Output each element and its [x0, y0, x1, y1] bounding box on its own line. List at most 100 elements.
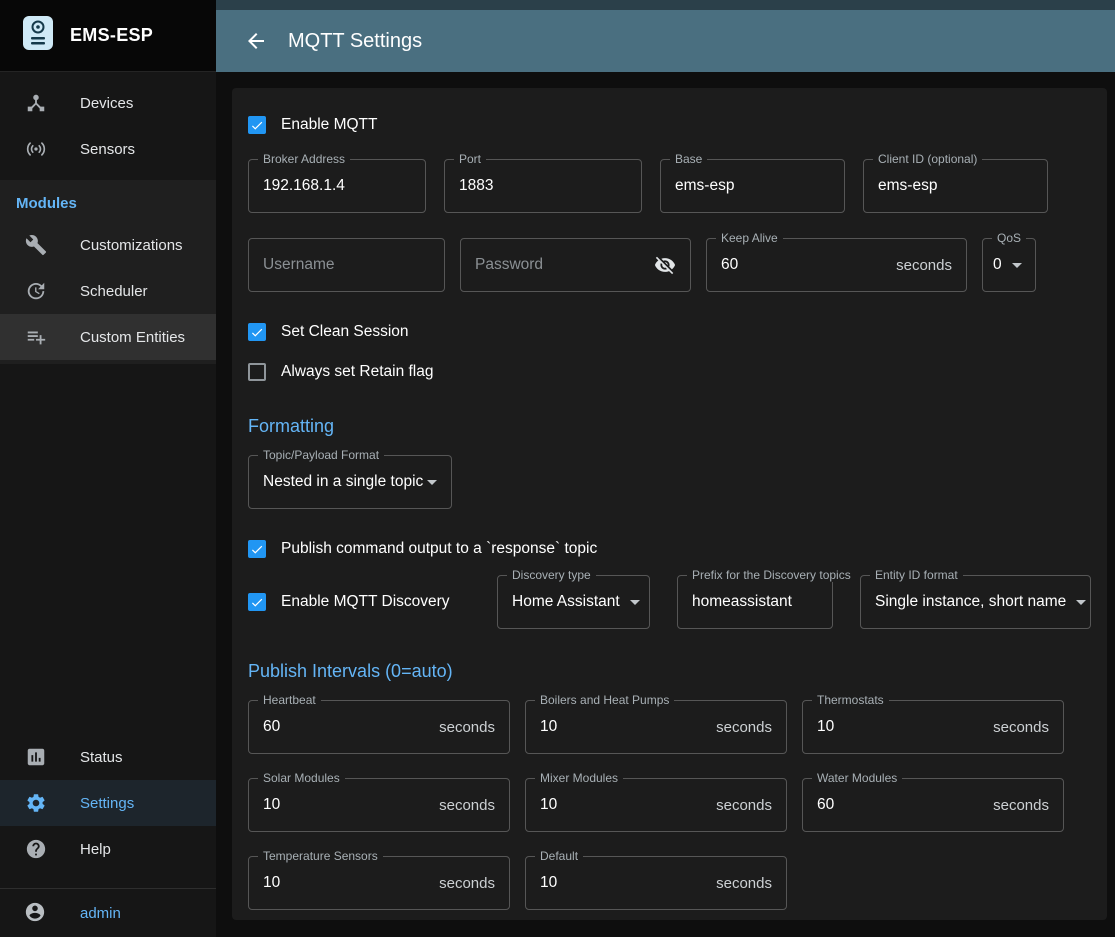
sidebar-item-help[interactable]: Help: [0, 826, 216, 872]
field-suffix: seconds: [716, 797, 772, 814]
sidebar-item-status[interactable]: Status: [0, 734, 216, 780]
select-value: Single instance, short name: [875, 593, 1066, 611]
field-label: Temperature Sensors: [258, 849, 383, 863]
user-name: admin: [80, 905, 121, 922]
publish-intervals-grid: Heartbeat 60 seconds Boilers and Heat Pu…: [248, 700, 1091, 910]
sidebar-top-nav: Devices Sensors: [0, 72, 216, 180]
temperature-sensors-interval-field[interactable]: Temperature Sensors 10 seconds: [248, 856, 510, 910]
formatting-heading: Formatting: [248, 414, 1091, 439]
checkbox-label: Enable MQTT Discovery: [281, 593, 450, 611]
page-title: MQTT Settings: [288, 30, 422, 53]
field-suffix: seconds: [993, 719, 1049, 736]
field-label: Client ID (optional): [873, 152, 982, 166]
field-value: 10: [540, 718, 557, 736]
check-icon: [250, 118, 264, 133]
username-field[interactable]: Username: [248, 238, 445, 292]
app-logo-row: EMS-ESP: [0, 0, 216, 72]
topic-payload-format-select[interactable]: Topic/Payload Format Nested in a single …: [248, 455, 452, 509]
field-value: 10: [817, 718, 834, 736]
assessment-icon: [24, 745, 48, 769]
sidebar-item-label: Devices: [80, 95, 133, 112]
field-label: Boilers and Heat Pumps: [535, 693, 674, 707]
field-label: Solar Modules: [258, 771, 345, 785]
set-clean-session-checkbox[interactable]: [248, 323, 266, 341]
keep-alive-field[interactable]: Keep Alive 60 seconds: [706, 238, 967, 292]
entity-id-format-select[interactable]: Entity ID format Single instance, short …: [860, 575, 1091, 629]
sidebar-item-label: Status: [80, 749, 123, 766]
construction-icon: [24, 233, 48, 257]
retain-flag-checkbox[interactable]: [248, 363, 266, 381]
field-label: QoS: [992, 231, 1026, 245]
settings-gear-icon: [24, 791, 48, 815]
field-label: Mixer Modules: [535, 771, 623, 785]
sidebar-item-custom-entities[interactable]: Custom Entities: [0, 314, 216, 360]
field-label: Base: [670, 152, 707, 166]
field-suffix: seconds: [716, 875, 772, 892]
port-field[interactable]: Port 1883: [444, 159, 642, 213]
qos-select[interactable]: QoS 0: [982, 238, 1036, 292]
field-suffix: seconds: [993, 797, 1049, 814]
sidebar-bottom-nav: Status Settings Help: [0, 726, 216, 880]
checkbox-label: Publish command output to a `response` t…: [281, 540, 597, 558]
enable-mqtt-checkbox[interactable]: [248, 116, 266, 134]
enable-mqtt-row: Enable MQTT: [248, 113, 1091, 137]
field-label: Keep Alive: [716, 231, 783, 245]
user-menu-admin[interactable]: admin: [0, 889, 216, 937]
password-field[interactable]: Password: [460, 238, 691, 292]
sidebar-item-settings[interactable]: Settings: [0, 780, 216, 826]
field-label: Default: [535, 849, 583, 863]
field-value: homeassistant: [692, 593, 792, 611]
sidebar-item-devices[interactable]: Devices: [0, 80, 216, 126]
boilers-interval-field[interactable]: Boilers and Heat Pumps 10 seconds: [525, 700, 787, 754]
clean-session-row: Set Clean Session: [248, 320, 1091, 344]
broker-address-field[interactable]: Broker Address 192.168.1.4: [248, 159, 426, 213]
playlist-add-icon: [24, 325, 48, 349]
field-value: ems-esp: [878, 177, 937, 195]
field-value: 60: [263, 718, 280, 736]
sidebar-item-label: Sensors: [80, 141, 135, 158]
sidebar-item-scheduler[interactable]: Scheduler: [0, 268, 216, 314]
select-value: 0: [993, 256, 1002, 274]
chevron-down-icon: [427, 480, 437, 485]
mixer-interval-field[interactable]: Mixer Modules 10 seconds: [525, 778, 787, 832]
default-interval-field[interactable]: Default 10 seconds: [525, 856, 787, 910]
field-label: Discovery type: [507, 568, 596, 582]
publish-response-checkbox[interactable]: [248, 540, 266, 558]
field-value: 60: [817, 796, 834, 814]
app-title: EMS-ESP: [70, 25, 153, 46]
sidebar-item-label: Help: [80, 841, 111, 858]
field-value: 192.168.1.4: [263, 177, 345, 195]
select-value: Home Assistant: [512, 593, 620, 611]
sidebar: EMS-ESP Devices Sensors Modules Customiz…: [0, 0, 216, 937]
account-circle-icon: [24, 901, 48, 925]
field-label: Entity ID format: [870, 568, 963, 582]
field-placeholder: Password: [475, 256, 543, 274]
sidebar-item-label: Settings: [80, 795, 134, 812]
enable-discovery-row: Enable MQTT Discovery: [248, 590, 470, 614]
solar-interval-field[interactable]: Solar Modules 10 seconds: [248, 778, 510, 832]
sidebar-item-customizations[interactable]: Customizations: [0, 222, 216, 268]
chevron-down-icon: [1076, 600, 1086, 605]
thermostats-interval-field[interactable]: Thermostats 10 seconds: [802, 700, 1064, 754]
field-value: ems-esp: [675, 177, 734, 195]
visibility-off-icon[interactable]: [654, 254, 676, 276]
discovery-prefix-field[interactable]: Prefix for the Discovery topics homeassi…: [677, 575, 833, 629]
back-button[interactable]: [240, 25, 272, 57]
check-icon: [250, 542, 264, 557]
schedule-update-icon: [24, 279, 48, 303]
client-id-field[interactable]: Client ID (optional) ems-esp: [863, 159, 1048, 213]
discovery-type-select[interactable]: Discovery type Home Assistant: [497, 575, 650, 629]
heartbeat-interval-field[interactable]: Heartbeat 60 seconds: [248, 700, 510, 754]
field-suffix: seconds: [439, 875, 495, 892]
field-suffix: seconds: [716, 719, 772, 736]
field-suffix: seconds: [439, 719, 495, 736]
sidebar-item-sensors[interactable]: Sensors: [0, 126, 216, 172]
base-field[interactable]: Base ems-esp: [660, 159, 845, 213]
checkbox-label: Always set Retain flag: [281, 363, 434, 381]
field-label: Port: [454, 152, 486, 166]
enable-discovery-checkbox[interactable]: [248, 593, 266, 611]
field-suffix: seconds: [439, 797, 495, 814]
field-value: 10: [540, 796, 557, 814]
water-interval-field[interactable]: Water Modules 60 seconds: [802, 778, 1064, 832]
field-label: Water Modules: [812, 771, 902, 785]
